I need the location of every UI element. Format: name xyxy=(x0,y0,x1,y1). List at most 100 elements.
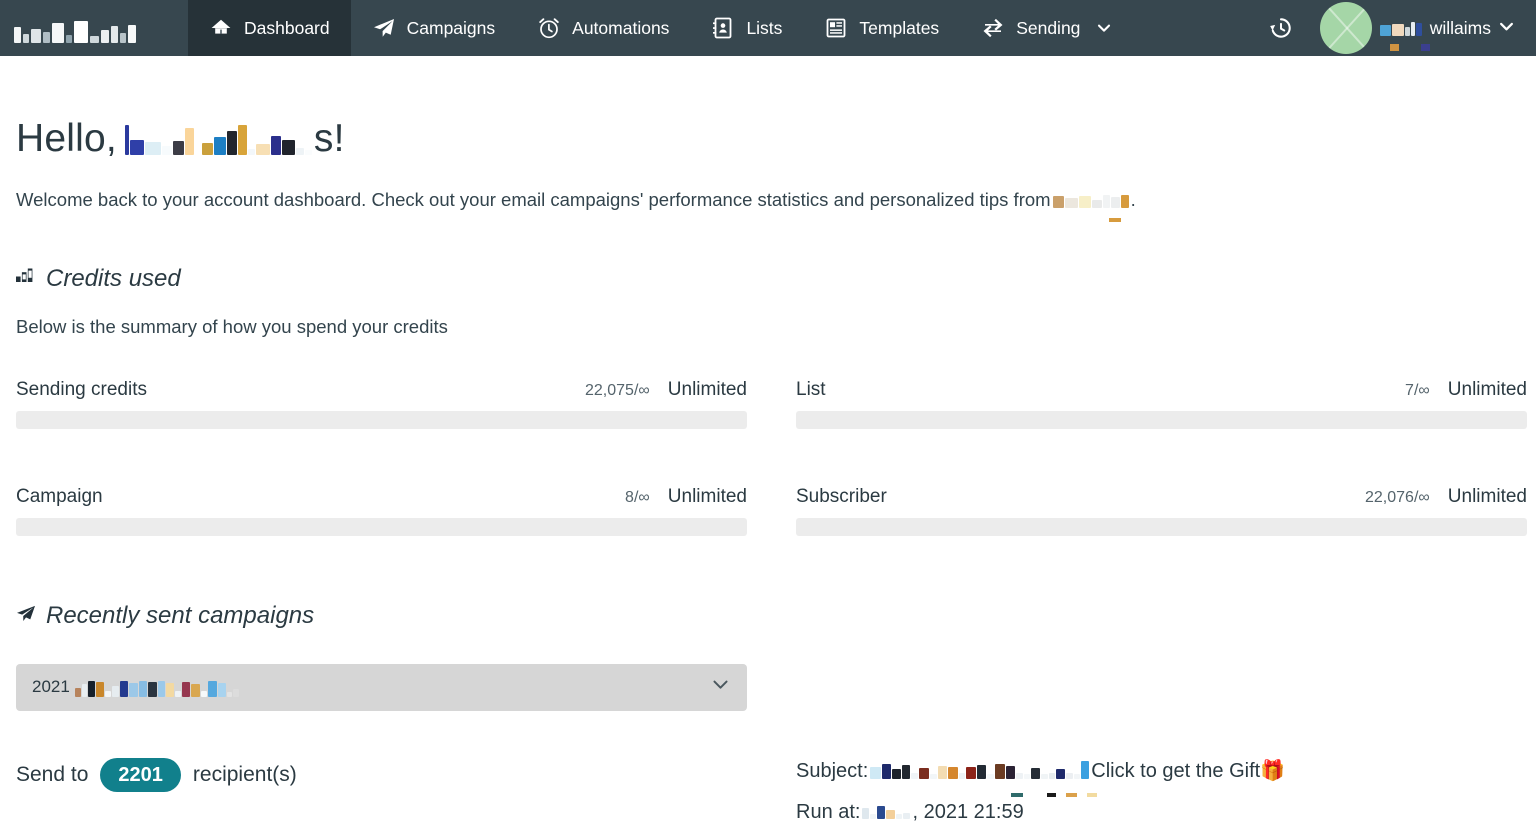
nav-label-dashboard: Dashboard xyxy=(244,17,330,38)
stat-values: 22,075/∞ Unlimited xyxy=(585,379,747,401)
campaign-subject-row: Subject: Click to get the Gift 🎁 xyxy=(796,758,1527,797)
nav-item-lists[interactable]: Lists xyxy=(690,0,803,56)
campaign-run-at-row: Run at: , 2021 21:59 xyxy=(796,801,1527,823)
stat-limit: Unlimited xyxy=(1447,378,1527,400)
run-at-date-redacted xyxy=(862,805,911,819)
stat-values: 8/∞ Unlimited xyxy=(625,486,747,508)
username-redacted-prefix xyxy=(1379,20,1422,36)
stat-list: List 7/∞ Unlimited xyxy=(796,379,1527,429)
send-to-row: Send to 2201 recipient(s) xyxy=(16,757,747,792)
home-icon xyxy=(209,16,233,40)
greeting-name-redacted xyxy=(124,125,312,155)
send-to-label: Send to xyxy=(16,762,89,786)
exchange-icon xyxy=(981,16,1005,40)
campaign-select-redacted xyxy=(74,681,239,698)
campaign-select-year: 2021 xyxy=(32,677,70,697)
stat-campaign: Campaign 8/∞ Unlimited xyxy=(16,486,747,536)
stat-limit: Unlimited xyxy=(667,485,747,507)
brand-redacted-underdot xyxy=(1108,217,1121,222)
nav-right-group: willaims xyxy=(1258,0,1536,56)
credits-heading-label: Credits used xyxy=(46,264,181,292)
run-at-label: Run at: xyxy=(796,800,861,823)
chevron-down-icon xyxy=(1097,21,1111,35)
chevron-down-icon xyxy=(1499,18,1514,39)
stat-label: Subscriber xyxy=(796,485,887,507)
brand-name-redacted xyxy=(1052,194,1129,222)
credits-stats-grid: Sending credits 22,075/∞ Unlimited List … xyxy=(16,338,1527,536)
stat-label: Sending credits xyxy=(16,378,147,400)
nav-label-sending: Sending xyxy=(1016,17,1081,38)
subject-tail-text: Click to get the Gift xyxy=(1091,759,1261,782)
campaign-select-value: 2021 xyxy=(32,677,239,698)
credits-subheading: Below is the summary of how you spend yo… xyxy=(16,315,448,337)
stat-limit: Unlimited xyxy=(1447,485,1527,507)
top-navbar: Dashboard Campaigns Automations Lists Te xyxy=(0,0,1536,56)
stat-label: List xyxy=(796,378,826,400)
nav-label-campaigns: Campaigns xyxy=(406,17,496,38)
subject-redacted-underdots xyxy=(1011,792,1097,797)
paper-plane-icon xyxy=(372,16,396,40)
campaign-left-column: Send to 2201 recipient(s) From: )7 xyxy=(16,757,747,823)
run-at-value: , 2021 21:59 xyxy=(912,800,1024,823)
credits-section-heading: Credits used xyxy=(16,211,1520,293)
nav-item-templates[interactable]: Templates xyxy=(803,0,960,56)
greeting-suffix: s! xyxy=(313,117,345,160)
campaign-detail-grid: Send to 2201 recipient(s) From: )7 Subje… xyxy=(16,711,1520,823)
greeting-prefix: Hello, xyxy=(16,117,117,160)
nav-item-automations[interactable]: Automations xyxy=(516,0,690,56)
alarm-clock-icon xyxy=(537,16,561,40)
dashboard-subtitle: Welcome back to your account dashboard. … xyxy=(16,161,1520,222)
avatar[interactable] xyxy=(1319,2,1372,54)
stat-values: 22,076/∞ Unlimited xyxy=(1365,486,1527,508)
progress-bar xyxy=(796,410,1527,429)
logo-redacted-graphic xyxy=(14,13,136,43)
app-logo[interactable] xyxy=(0,0,188,56)
recipients-badge: 2201 xyxy=(100,757,181,792)
newspaper-icon xyxy=(824,16,848,40)
main-content: Hello, s! Welcome back to your account d… xyxy=(0,56,1536,823)
stat-fraction: 8/∞ xyxy=(625,488,650,506)
stat-subscriber: Subscriber 22,076/∞ Unlimited xyxy=(796,486,1527,536)
subject-label: Subject: xyxy=(796,759,869,782)
nav-item-campaigns[interactable]: Campaigns xyxy=(351,0,517,56)
stat-fraction: 22,076/∞ xyxy=(1365,488,1430,506)
stat-limit: Unlimited xyxy=(667,378,747,400)
nav-item-dashboard[interactable]: Dashboard xyxy=(188,0,351,56)
bar-chart-icon xyxy=(16,265,36,293)
stat-row: Subscriber 22,076/∞ Unlimited xyxy=(796,486,1527,508)
stat-values: 7/∞ Unlimited xyxy=(1405,379,1527,401)
stat-fraction: 22,075/∞ xyxy=(585,381,650,399)
subject-value-redacted xyxy=(870,760,1090,779)
paper-plane-icon xyxy=(16,602,36,630)
address-book-icon xyxy=(711,16,735,40)
main-nav: Dashboard Campaigns Automations Lists Te xyxy=(188,0,1132,56)
nav-item-sending[interactable]: Sending xyxy=(960,0,1132,56)
stat-label: Campaign xyxy=(16,485,103,507)
stat-row: List 7/∞ Unlimited xyxy=(796,379,1527,401)
recipients-suffix: recipient(s) xyxy=(192,762,297,786)
recent-heading-label: Recently sent campaigns xyxy=(46,601,315,629)
subtitle-period: . xyxy=(1130,188,1136,210)
stat-row: Sending credits 22,075/∞ Unlimited xyxy=(16,379,747,401)
history-rewind-icon[interactable] xyxy=(1258,0,1304,56)
campaign-right-column: Subject: Click to get the Gift 🎁 Run at:… xyxy=(796,758,1527,823)
stat-row: Campaign 8/∞ Unlimited xyxy=(16,486,747,508)
subtitle-text: Welcome back to your account dashboard. … xyxy=(16,188,1051,210)
campaign-select[interactable]: 2021 xyxy=(16,663,747,711)
nav-label-templates: Templates xyxy=(859,17,940,38)
progress-bar xyxy=(796,517,1527,536)
stat-fraction: 7/∞ xyxy=(1405,381,1430,399)
user-menu[interactable]: willaims xyxy=(1379,18,1514,51)
recent-campaigns-heading: Recently sent campaigns xyxy=(16,536,1520,630)
nav-label-automations: Automations xyxy=(572,17,670,38)
username-redacted-dots xyxy=(1389,43,1430,51)
stat-spacer xyxy=(796,429,1527,486)
stat-sending-credits: Sending credits 22,075/∞ Unlimited xyxy=(16,379,747,429)
nav-label-lists: Lists xyxy=(746,17,783,38)
chevron-down-icon xyxy=(712,676,729,698)
page-title: Hello, s! xyxy=(16,56,1520,161)
gift-icon: 🎁 xyxy=(1260,759,1286,782)
progress-bar xyxy=(16,410,747,429)
progress-bar xyxy=(16,517,747,536)
